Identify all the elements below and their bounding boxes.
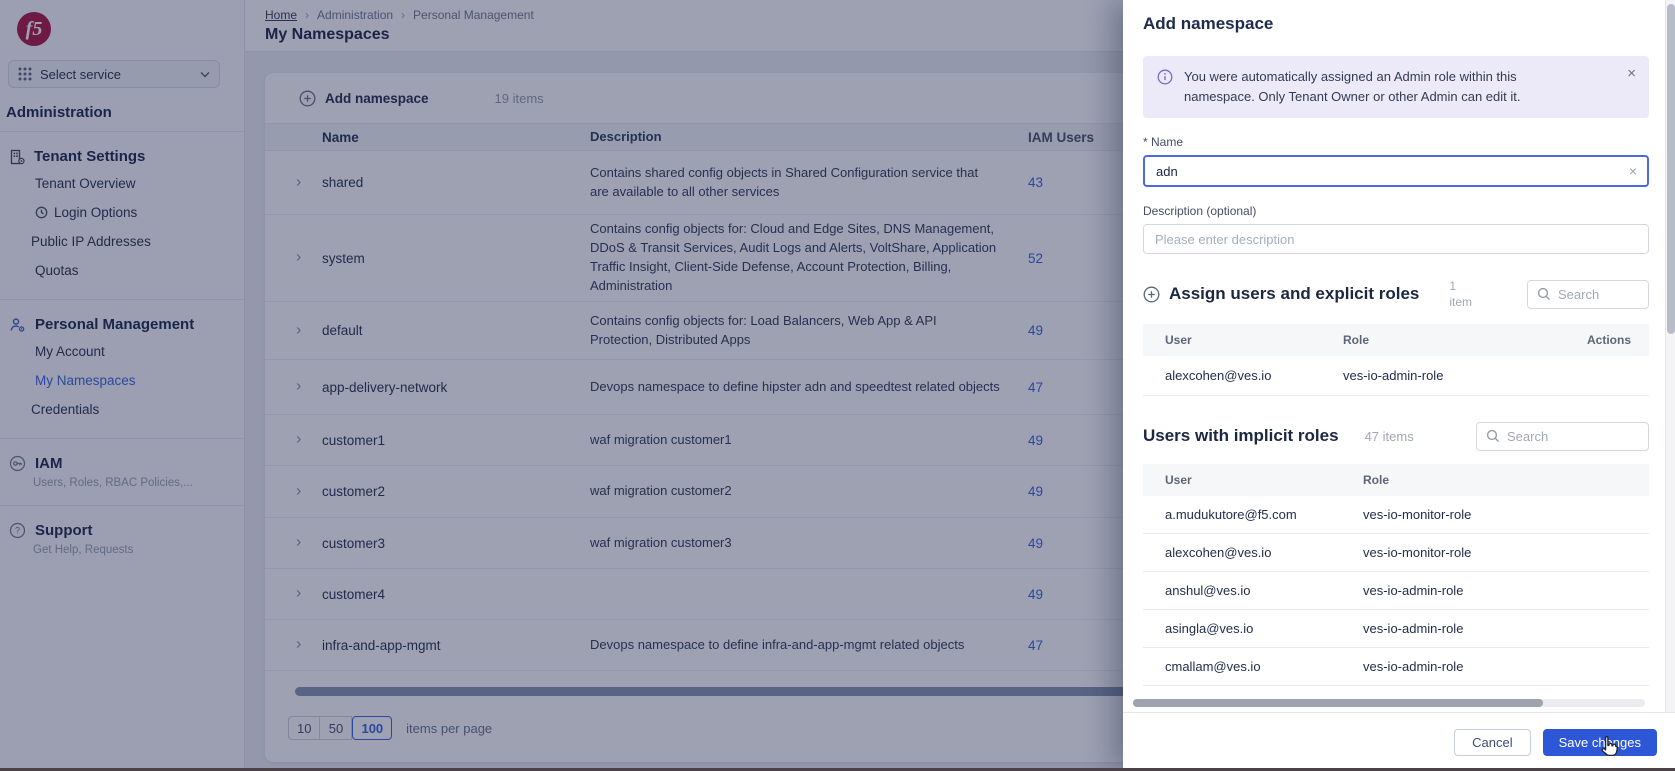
search-placeholder: Search xyxy=(1558,287,1599,302)
drawer-vertical-scrollbar[interactable] xyxy=(1665,0,1675,712)
close-icon[interactable]: × xyxy=(1627,65,1636,82)
column-header-actions: Actions xyxy=(1581,333,1649,347)
user-role: ves-io-monitor-role xyxy=(1363,545,1649,560)
table-row: alexcohen@ves.io ves-io-admin-role xyxy=(1143,356,1649,396)
column-header-role: Role xyxy=(1343,333,1581,347)
name-field-label: * Name xyxy=(1143,135,1649,149)
implicit-items-count: 47 items xyxy=(1365,429,1414,444)
user-role: ves-io-monitor-role xyxy=(1363,507,1649,522)
user-role: ves-io-admin-role xyxy=(1343,368,1581,383)
user-role: ves-io-admin-role xyxy=(1363,659,1649,674)
drawer-title: Add namespace xyxy=(1143,14,1649,34)
search-placeholder: Search xyxy=(1507,429,1548,444)
column-header-user: User xyxy=(1143,333,1343,347)
user-email: alexcohen@ves.io xyxy=(1143,368,1343,383)
explicit-items-count: 1 item xyxy=(1449,278,1472,310)
table-row: a.mudukutore@f5.com ves-io-monitor-role xyxy=(1143,496,1649,534)
section-title: Assign users and explicit roles xyxy=(1169,284,1419,304)
description-placeholder: Please enter description xyxy=(1155,232,1294,247)
implicit-roles-table: User Role a.mudukutore@f5.com ves-io-mon… xyxy=(1143,464,1649,686)
name-input[interactable]: adn × xyxy=(1143,155,1649,187)
search-icon xyxy=(1486,429,1500,443)
info-icon xyxy=(1157,69,1173,107)
cancel-button[interactable]: Cancel xyxy=(1454,729,1530,756)
save-changes-button[interactable]: Save changes xyxy=(1543,729,1657,756)
name-input-value: adn xyxy=(1156,164,1178,179)
plus-circle-icon xyxy=(1143,286,1160,303)
scrollbar-thumb[interactable] xyxy=(1133,699,1543,707)
explicit-roles-section-header: Assign users and explicit roles 1 item S… xyxy=(1143,278,1649,310)
user-role: ves-io-admin-role xyxy=(1363,583,1649,598)
add-namespace-drawer: Add namespace You were automatically ass… xyxy=(1123,0,1675,771)
drawer-content: Add namespace You were automatically ass… xyxy=(1123,0,1665,712)
user-role: ves-io-admin-role xyxy=(1363,621,1649,636)
drawer-horizontal-scrollbar[interactable] xyxy=(1133,699,1645,707)
column-header-role: Role xyxy=(1363,473,1649,487)
table-row: alexcohen@ves.io ves-io-monitor-role xyxy=(1143,534,1649,572)
user-email: a.mudukutore@f5.com xyxy=(1143,507,1363,522)
column-header-user: User xyxy=(1143,473,1363,487)
table-header-row: User Role xyxy=(1143,464,1649,496)
user-email: anshul@ves.io xyxy=(1143,583,1363,598)
search-icon xyxy=(1537,287,1551,301)
explicit-roles-table: User Role Actions alexcohen@ves.io ves-i… xyxy=(1143,324,1649,396)
clear-input-icon[interactable]: × xyxy=(1629,163,1637,179)
description-field-label: Description (optional) xyxy=(1143,204,1649,218)
table-row: anshul@ves.io ves-io-admin-role xyxy=(1143,572,1649,610)
scrollbar-thumb[interactable] xyxy=(1667,4,1675,334)
info-alert: You were automatically assigned an Admin… xyxy=(1143,56,1649,118)
implicit-search-input[interactable]: Search xyxy=(1476,422,1649,451)
section-title: Users with implicit roles xyxy=(1143,426,1339,446)
user-email: alexcohen@ves.io xyxy=(1143,545,1363,560)
user-email: asingla@ves.io xyxy=(1143,621,1363,636)
user-email: cmallam@ves.io xyxy=(1143,659,1363,674)
info-alert-text: You were automatically assigned an Admin… xyxy=(1184,67,1584,107)
assign-users-button[interactable]: Assign users and explicit roles xyxy=(1143,284,1419,304)
table-row: cmallam@ves.io ves-io-admin-role xyxy=(1143,648,1649,686)
implicit-roles-section-header: Users with implicit roles 47 items Searc… xyxy=(1143,422,1649,451)
description-input[interactable]: Please enter description xyxy=(1143,224,1649,254)
app-root: f5 Select service Administration Tenant … xyxy=(0,0,1675,771)
table-row: asingla@ves.io ves-io-admin-role xyxy=(1143,610,1649,648)
table-header-row: User Role Actions xyxy=(1143,324,1649,356)
drawer-footer: Cancel Save changes xyxy=(1123,712,1675,771)
explicit-search-input[interactable]: Search xyxy=(1527,280,1649,309)
